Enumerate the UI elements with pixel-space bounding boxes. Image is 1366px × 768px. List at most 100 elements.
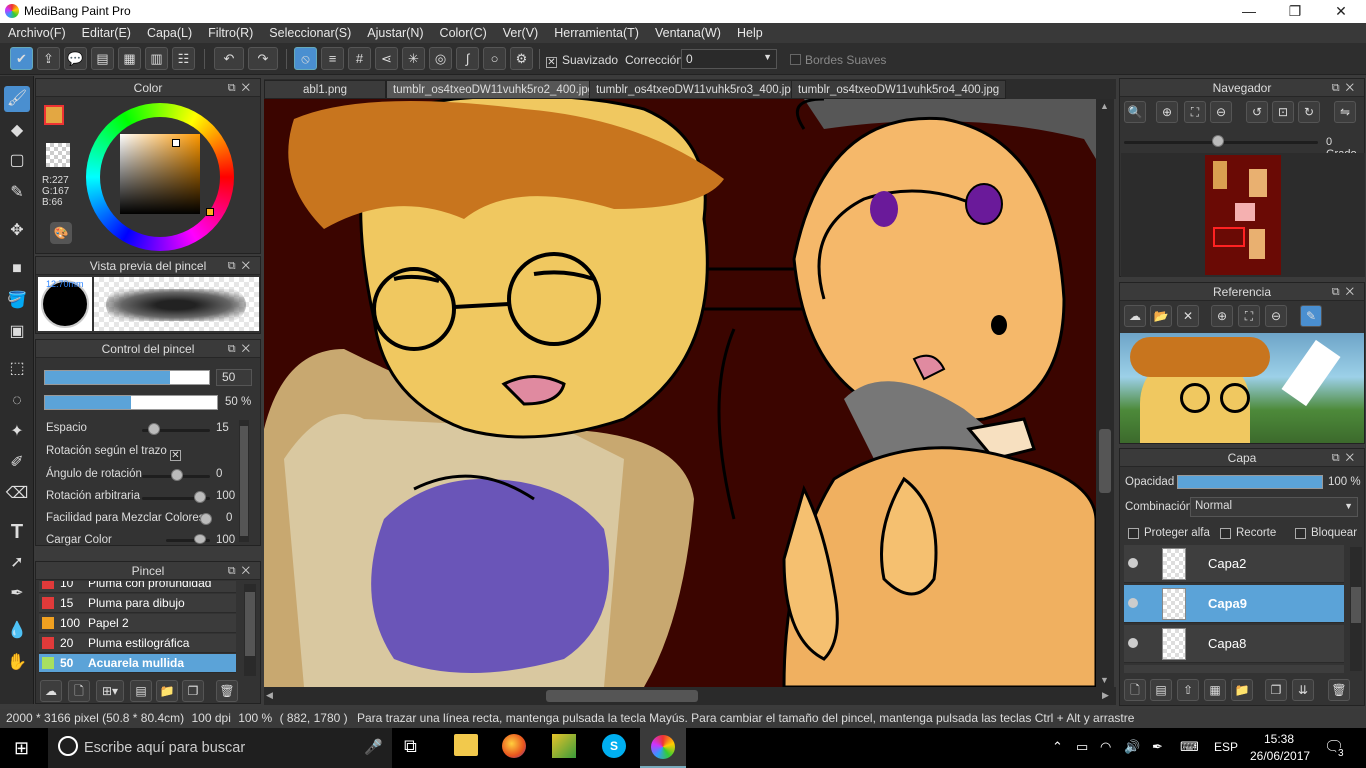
soft-edges-checkbox[interactable]: [790, 53, 801, 67]
pen-tool-icon[interactable]: ✎: [4, 180, 30, 206]
panel-controls-icon[interactable]: ⧉✕: [1332, 79, 1360, 97]
layer-row[interactable]: Capa2: [1124, 545, 1344, 583]
scroll-left-icon[interactable]: ◀: [266, 690, 273, 701]
tab-ro4[interactable]: tumblr_os4txeoDW11vuhk5ro4_400.jpg: [791, 80, 1007, 99]
zoom-out-icon[interactable]: ⊖: [1265, 305, 1287, 327]
snap-settings-icon[interactable]: ⚙: [510, 47, 533, 70]
scrollbar-thumb[interactable]: [245, 592, 255, 656]
viewport-rect[interactable]: [1213, 227, 1245, 247]
cloud-brush-icon[interactable]: ☁: [40, 680, 62, 702]
parallel-snap-icon[interactable]: ≡: [321, 47, 344, 70]
lasso-tool-icon[interactable]: ◌: [4, 388, 30, 414]
clock-date[interactable]: 26/06/2017: [1250, 749, 1310, 763]
skype-icon[interactable]: S: [602, 734, 626, 758]
layer-row-partial[interactable]: [1124, 665, 1344, 673]
sv-marker[interactable]: [172, 139, 180, 147]
operation-tool-icon[interactable]: ➚: [4, 550, 30, 576]
firefox-icon[interactable]: [502, 734, 526, 758]
panel-controls-icon[interactable]: ⧉✕: [228, 257, 256, 275]
divide-tool-icon[interactable]: ✒: [4, 581, 30, 607]
drawing-canvas[interactable]: [264, 99, 1096, 687]
menu-filtro[interactable]: Filtro(R): [200, 23, 261, 43]
grid-snap-icon[interactable]: #: [348, 47, 371, 70]
smoothing-checkbox[interactable]: ✕: [546, 53, 557, 68]
menu-editar[interactable]: Editar(E): [74, 23, 139, 43]
layer-row-selected[interactable]: Capa9: [1124, 585, 1344, 623]
scroll-up-icon[interactable]: ▲: [1100, 101, 1109, 111]
brush-size-slider[interactable]: [44, 370, 210, 385]
layer-opacity-slider[interactable]: [1177, 475, 1323, 489]
load-color-knob[interactable]: [194, 534, 206, 544]
panel-controls-icon[interactable]: ⧉✕: [228, 79, 256, 97]
redo-icon[interactable]: ↷: [248, 47, 278, 70]
tab-ro3[interactable]: tumblr_os4txeoDW11vuhk5ro3_400.jpg: [589, 80, 805, 99]
tab-ro2[interactable]: tumblr_os4txeoDW11vuhk5ro2_400.jpg: [386, 80, 602, 99]
new-8bit-layer-icon[interactable]: ⇧: [1177, 679, 1199, 701]
saturation-value-square[interactable]: [120, 134, 200, 214]
microphone-icon[interactable]: 🎤: [364, 738, 383, 756]
menu-seleccionar[interactable]: Seleccionar(S): [261, 23, 359, 43]
rotate-left-icon[interactable]: ↺: [1246, 101, 1268, 123]
file-explorer-icon[interactable]: [454, 734, 478, 756]
delete-layer-icon[interactable]: 🗑: [1328, 679, 1350, 701]
cloud-icon[interactable]: ☁: [1124, 305, 1146, 327]
volume-icon[interactable]: 🔊: [1124, 739, 1140, 755]
keyboard-icon[interactable]: ⌨: [1180, 739, 1199, 755]
menu-capa[interactable]: Capa(L): [139, 23, 200, 43]
new-1bit-layer-icon[interactable]: ▦: [1204, 679, 1226, 701]
maximize-button[interactable]: ❐: [1272, 0, 1318, 23]
primary-color-swatch[interactable]: [44, 105, 64, 125]
correction-select[interactable]: 0 ▼: [681, 49, 777, 69]
gradient-tool-icon[interactable]: ▣: [4, 319, 30, 345]
new-brush-icon[interactable]: 🗋: [68, 680, 90, 702]
panel-controls-icon[interactable]: ⧉✕: [228, 340, 256, 358]
spacing-slider-knob[interactable]: [148, 423, 160, 435]
snap-off-icon[interactable]: ⦸: [294, 47, 317, 70]
add-brush-menu-icon[interactable]: ⊞▾: [96, 680, 124, 702]
menu-ver[interactable]: Ver(V): [495, 23, 546, 43]
rotation-angle-knob[interactable]: [171, 469, 183, 481]
undo-icon[interactable]: ↶: [214, 47, 244, 70]
fit-icon[interactable]: ⛶: [1184, 101, 1206, 123]
scrollbar-thumb[interactable]: [240, 426, 248, 536]
scrollbar-thumb[interactable]: [1099, 429, 1111, 493]
navigator-preview[interactable]: [1121, 153, 1365, 277]
upload-icon[interactable]: ⇪: [37, 47, 60, 70]
tab-abl1[interactable]: abl1.png: [264, 80, 386, 99]
circle-snap-icon[interactable]: ◎: [429, 47, 452, 70]
color-mix-knob[interactable]: [200, 513, 212, 525]
taskbar-search[interactable]: Escribe aquí para buscar 🎤: [48, 728, 392, 768]
battery-icon[interactable]: ▭: [1076, 739, 1088, 755]
text-tool-icon[interactable]: T: [4, 519, 30, 545]
perspective-snap-icon[interactable]: ⋖: [375, 47, 398, 70]
clip-checkbox[interactable]: [1220, 527, 1231, 541]
scrollbar-thumb[interactable]: [1351, 587, 1361, 623]
open-folder-icon[interactable]: 📂: [1150, 305, 1172, 327]
duplicate-layer-icon[interactable]: ❐: [1265, 679, 1287, 701]
duplicate-icon[interactable]: ❐: [182, 680, 204, 702]
list-item-selected[interactable]: 50 Acuarela mullida: [39, 654, 236, 673]
comment-icon[interactable]: ▤: [91, 47, 114, 70]
folder-icon[interactable]: 📁: [156, 680, 178, 702]
hand-tool-icon[interactable]: ✋: [4, 650, 30, 676]
new-layer-icon[interactable]: 🗋: [1124, 679, 1146, 701]
app-icon-gallery[interactable]: [552, 734, 576, 758]
brush-list-scrollbar[interactable]: [244, 584, 256, 676]
radial-snap-icon[interactable]: ✳: [402, 47, 425, 70]
zoom-in-icon[interactable]: ⊕: [1211, 305, 1233, 327]
brush-properties-icon[interactable]: ▤: [130, 680, 152, 702]
magic-wand-tool-icon[interactable]: ✦: [4, 419, 30, 445]
curve-snap-icon[interactable]: ∫: [456, 47, 479, 70]
transparent-color-swatch[interactable]: [46, 143, 70, 167]
trash-icon[interactable]: 🗑: [216, 680, 238, 702]
blend-mode-select[interactable]: Normal ▼: [1190, 497, 1358, 517]
reference-image[interactable]: [1120, 333, 1364, 443]
speech-bubble-icon[interactable]: 💬: [64, 47, 87, 70]
visibility-icon[interactable]: [1128, 638, 1138, 648]
close-reference-icon[interactable]: ✕: [1177, 305, 1199, 327]
reset-view-icon[interactable]: ⊡: [1272, 101, 1294, 123]
new-halftone-layer-icon[interactable]: ▤: [1150, 679, 1172, 701]
zoom-out-icon[interactable]: ⊖: [1210, 101, 1232, 123]
flip-icon[interactable]: ⇋: [1334, 101, 1356, 123]
fill-rect-tool-icon[interactable]: ■: [4, 256, 30, 282]
